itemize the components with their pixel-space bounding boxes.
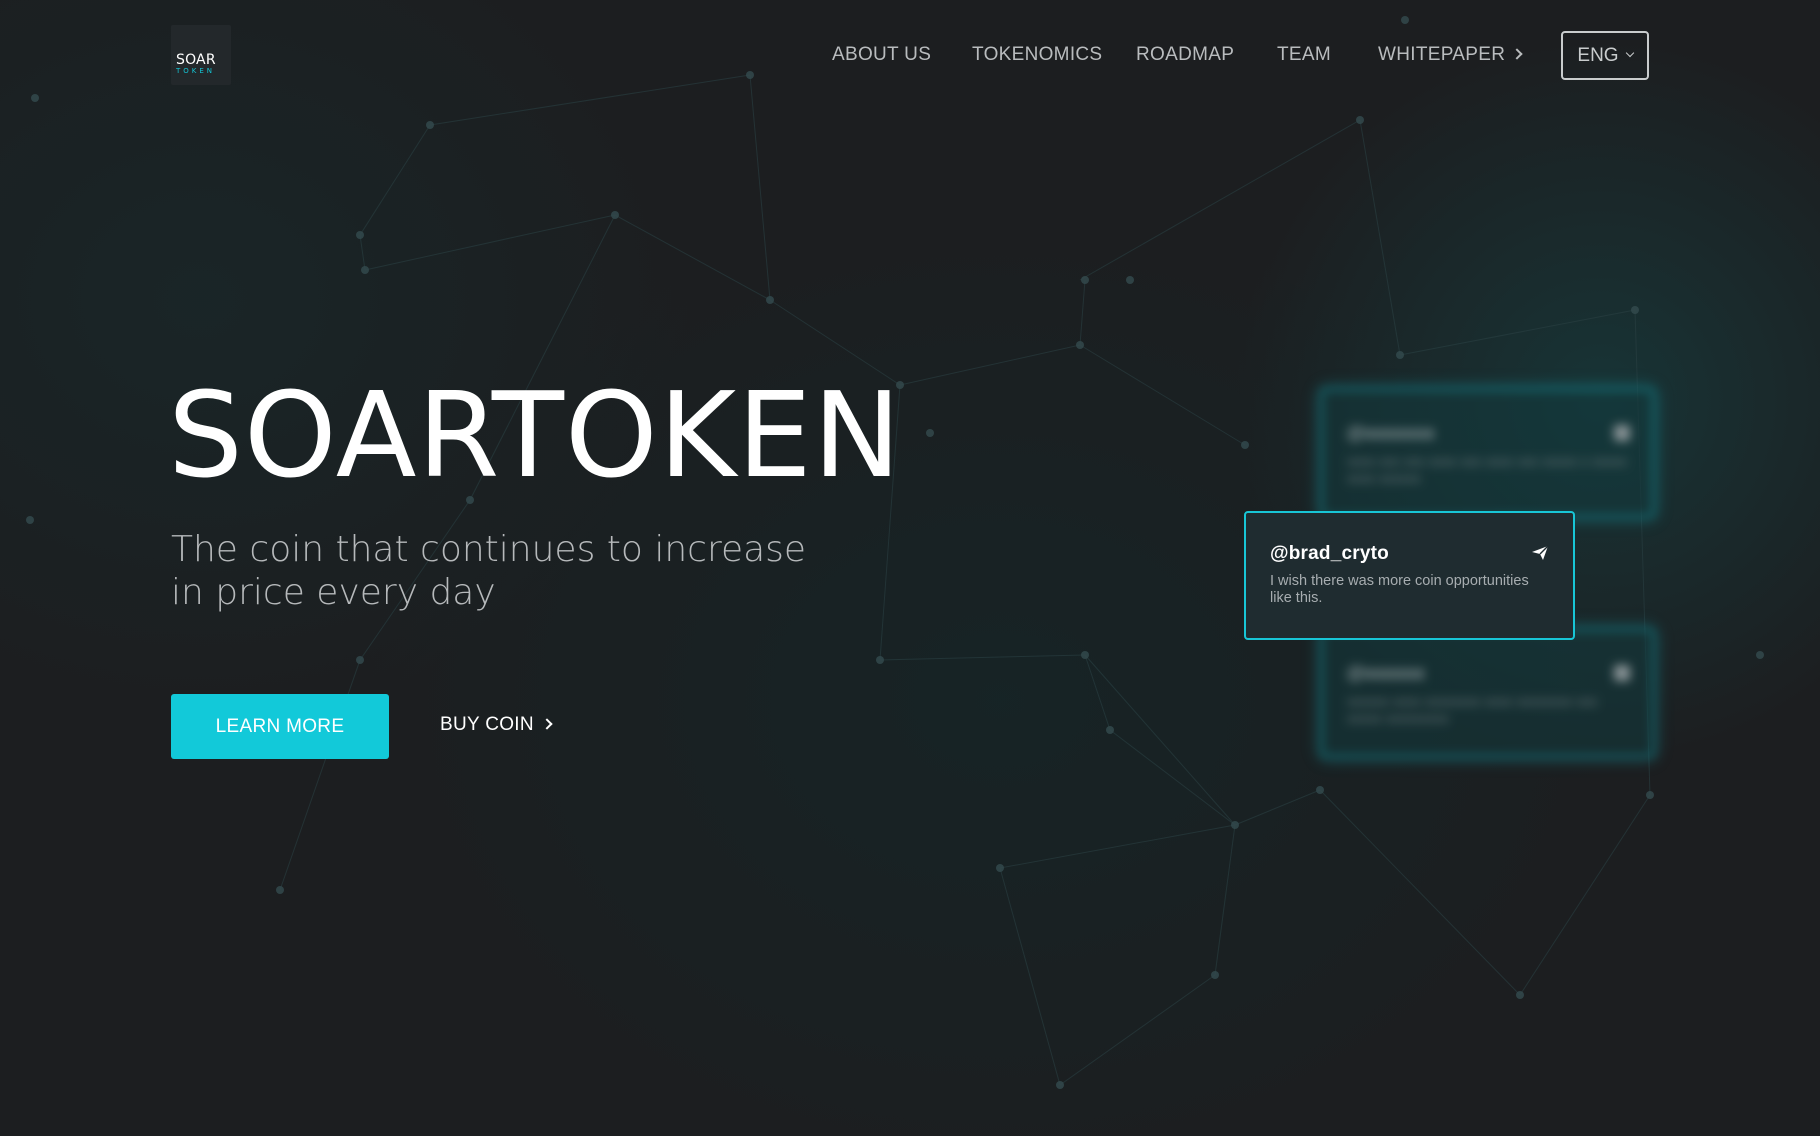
blurred-text: xxxx xxx xxx xxxx xxx xxxx xxx xxxxx x x…: [1347, 453, 1628, 486]
hero-subtitle: The coin that continues to increase in p…: [171, 529, 807, 613]
blurred-text: xxxxxx xxxx xxxxxxxx xxxx xxxxxxxx xxx x…: [1347, 693, 1598, 726]
send-icon: [1614, 665, 1630, 681]
testimonial-card-blurred-bottom: @xxxxxx xxxxxx xxxx xxxxxxxx xxxx xxxxxx…: [1320, 628, 1655, 758]
testimonial-card-blurred-top: @xxxxxxx xxxx xxx xxx xxxx xxx xxxx xxx …: [1320, 388, 1655, 518]
chevron-right-icon: [541, 718, 553, 730]
nav-item-tokenomics[interactable]: TOKENOMICS: [972, 44, 1102, 66]
chevron-right-icon: [1511, 48, 1523, 60]
blurred-handle: @xxxxxxx: [1347, 423, 1435, 443]
chevron-down-icon: [1625, 48, 1634, 57]
testimonial-text: I wish there was more coin opportunities…: [1270, 573, 1529, 606]
landing-page: SOAR TOKEN ABOUT US TOKENOMICS ROADMAP T…: [0, 0, 1820, 1136]
nav-item-whitepaper-label: WHITEPAPER: [1378, 44, 1506, 65]
language-selector[interactable]: ENG: [1561, 31, 1649, 80]
buy-coin-button[interactable]: BUY COIN: [440, 714, 553, 736]
nav-item-team[interactable]: TEAM: [1277, 44, 1331, 66]
nav-item-roadmap[interactable]: ROADMAP: [1136, 44, 1234, 66]
testimonial-handle: @brad_cryto: [1270, 543, 1389, 564]
nav-item-whitepaper[interactable]: WHITEPAPER: [1378, 44, 1523, 66]
testimonial-card: @brad_cryto I wish there was more coin o…: [1244, 511, 1575, 640]
language-label: ENG: [1577, 44, 1619, 66]
main-nav: ABOUT US TOKENOMICS ROADMAP TEAM WHITEPA…: [0, 0, 1820, 110]
hero-title: SOARTOKEN: [168, 366, 902, 504]
nav-item-about-us[interactable]: ABOUT US: [832, 44, 931, 66]
send-icon: [1614, 425, 1630, 441]
learn-more-button[interactable]: LEARN MORE: [171, 694, 389, 759]
buy-coin-label: BUY COIN: [440, 714, 534, 735]
blurred-handle: @xxxxxx: [1347, 663, 1425, 683]
send-icon: [1532, 545, 1549, 560]
